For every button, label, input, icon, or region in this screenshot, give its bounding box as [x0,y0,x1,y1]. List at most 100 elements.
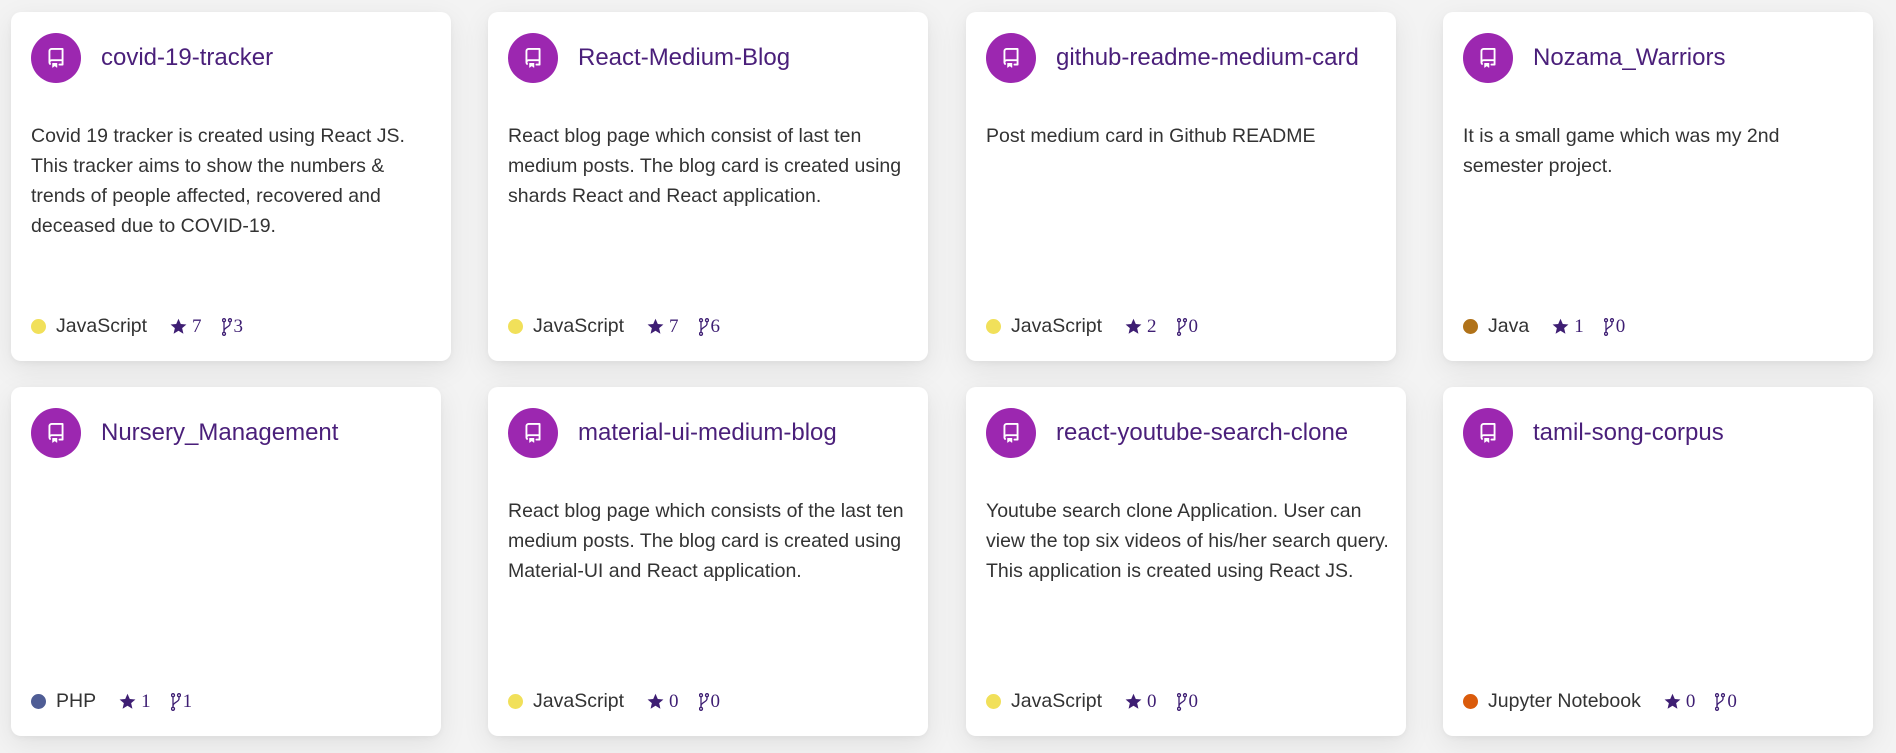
forks-count: 3 [233,315,244,337]
stars-count: 0 [1147,690,1157,712]
language-color-dot [1463,319,1478,334]
fork-icon [699,318,709,336]
repo-title-link[interactable]: material-ui-medium-blog [578,419,837,447]
language-color-dot [508,319,523,334]
repo-book-icon [1463,33,1513,83]
stars-stat: 1 [118,691,151,713]
star-icon [1663,692,1682,711]
repo-card-footer: JavaScript 0 0 [986,690,1198,713]
forks-count: 0 [1188,690,1199,712]
repo-card-header: Nursery_Management [31,408,338,458]
stars-count: 2 [1147,315,1157,337]
language-color-dot [31,319,46,334]
language-color-dot [508,694,523,709]
repo-book-icon [31,408,81,458]
repo-title-link[interactable]: Nursery_Management [101,419,338,447]
forks-stat: 1 [171,690,193,713]
fork-icon [1604,318,1614,336]
language-label: JavaScript [533,690,625,712]
repo-title-link[interactable]: tamil-song-corpus [1533,419,1724,447]
stars-stat: 2 [1124,316,1157,338]
repo-card[interactable]: Nozama_Warriors It is a small game which… [1443,12,1873,361]
forks-stat: 3 [222,315,244,338]
language-color-dot [1463,694,1478,709]
fork-icon [1177,693,1187,711]
stars-stat: 1 [1551,316,1584,338]
repo-card[interactable]: material-ui-medium-blog React blog page … [488,387,928,736]
repo-card[interactable]: react-youtube-search-clone Youtube searc… [966,387,1406,736]
repo-card-header: tamil-song-corpus [1463,408,1724,458]
star-icon [1551,317,1570,336]
repo-description: React blog page which consist of last te… [508,125,902,207]
forks-stat: 0 [1604,315,1626,338]
repo-book-icon [986,408,1036,458]
fork-icon [222,318,232,336]
language-label: Jupyter Notebook [1488,690,1641,712]
repo-description: Youtube search clone Application. User c… [986,500,1389,582]
repo-card[interactable]: github-readme-medium-card Post medium ca… [966,12,1396,361]
repo-book-icon [986,33,1036,83]
repo-description: It is a small game which was my 2nd seme… [1463,125,1780,177]
star-icon [1124,692,1143,711]
stars-stat: 0 [646,691,679,713]
fork-icon [1177,318,1187,336]
repo-card[interactable]: Nursery_Management PHP 1 1 [11,387,441,736]
star-icon [169,317,188,336]
language-label: PHP [56,690,97,712]
star-icon [646,317,665,336]
stars-count: 0 [669,690,679,712]
stars-count: 0 [1685,690,1696,712]
language-label: JavaScript [533,315,625,337]
repo-description: Covid 19 tracker is created using React … [31,125,405,237]
stars-stat: 0 [1663,690,1696,713]
repo-card[interactable]: tamil-song-corpus Jupyter Notebook 0 0 [1443,387,1873,736]
forks-stat: 0 [1715,691,1737,713]
repo-description: React blog page which consists of the la… [508,500,904,582]
repo-card[interactable]: covid-19-tracker Covid 19 tracker is cre… [11,12,451,361]
repo-card-footer: JavaScript 7 3 [31,315,243,338]
repo-book-icon [31,33,81,83]
forks-count: 0 [1188,315,1199,337]
language-label: JavaScript [56,315,148,337]
language-label: Java [1488,315,1530,337]
fork-icon [171,693,181,711]
fork-icon [699,693,709,711]
repo-card-header: react-youtube-search-clone [986,408,1348,458]
repo-card-footer: JavaScript 7 6 [508,315,720,338]
forks-stat: 0 [699,691,720,713]
stars-stat: 7 [169,316,202,338]
forks-count: 0 [1615,315,1626,337]
repo-card-header: Nozama_Warriors [1463,33,1725,83]
repo-title-link[interactable]: react-youtube-search-clone [1056,419,1348,447]
repo-title-link[interactable]: Nozama_Warriors [1533,44,1725,72]
forks-count: 6 [710,315,721,337]
fork-icon [1715,693,1725,711]
repo-book-icon [508,408,558,458]
stars-stat: 0 [1124,691,1157,713]
repo-card-footer: JavaScript 2 0 [986,315,1198,338]
repo-card-footer: JavaScript 0 0 [508,690,720,713]
language-label: JavaScript [1011,690,1103,712]
repo-title-link[interactable]: React-Medium-Blog [578,44,790,72]
forks-stat: 0 [1177,315,1199,338]
repo-card-header: covid-19-tracker [31,33,273,83]
repo-book-icon [1463,408,1513,458]
star-icon [646,692,665,711]
stars-count: 1 [1574,315,1584,337]
forks-stat: 6 [699,315,721,338]
language-color-dot [986,319,1001,334]
star-icon [118,692,137,711]
repo-card-header: material-ui-medium-blog [508,408,837,458]
forks-count: 1 [182,690,193,712]
forks-count: 0 [1727,690,1737,712]
repo-card[interactable]: React-Medium-Blog React blog page which … [488,12,928,361]
star-icon [1124,317,1143,336]
repo-description: Post medium card in Github README [986,125,1316,147]
forks-stat: 0 [1177,690,1199,713]
repo-card-header: github-readme-medium-card [986,33,1359,83]
repo-card-footer: PHP 1 1 [31,690,192,713]
repo-title-link[interactable]: github-readme-medium-card [1056,44,1359,72]
repo-title-link[interactable]: covid-19-tracker [101,44,273,72]
repo-card-footer: Jupyter Notebook 0 0 [1463,690,1737,713]
language-label: JavaScript [1011,315,1103,337]
